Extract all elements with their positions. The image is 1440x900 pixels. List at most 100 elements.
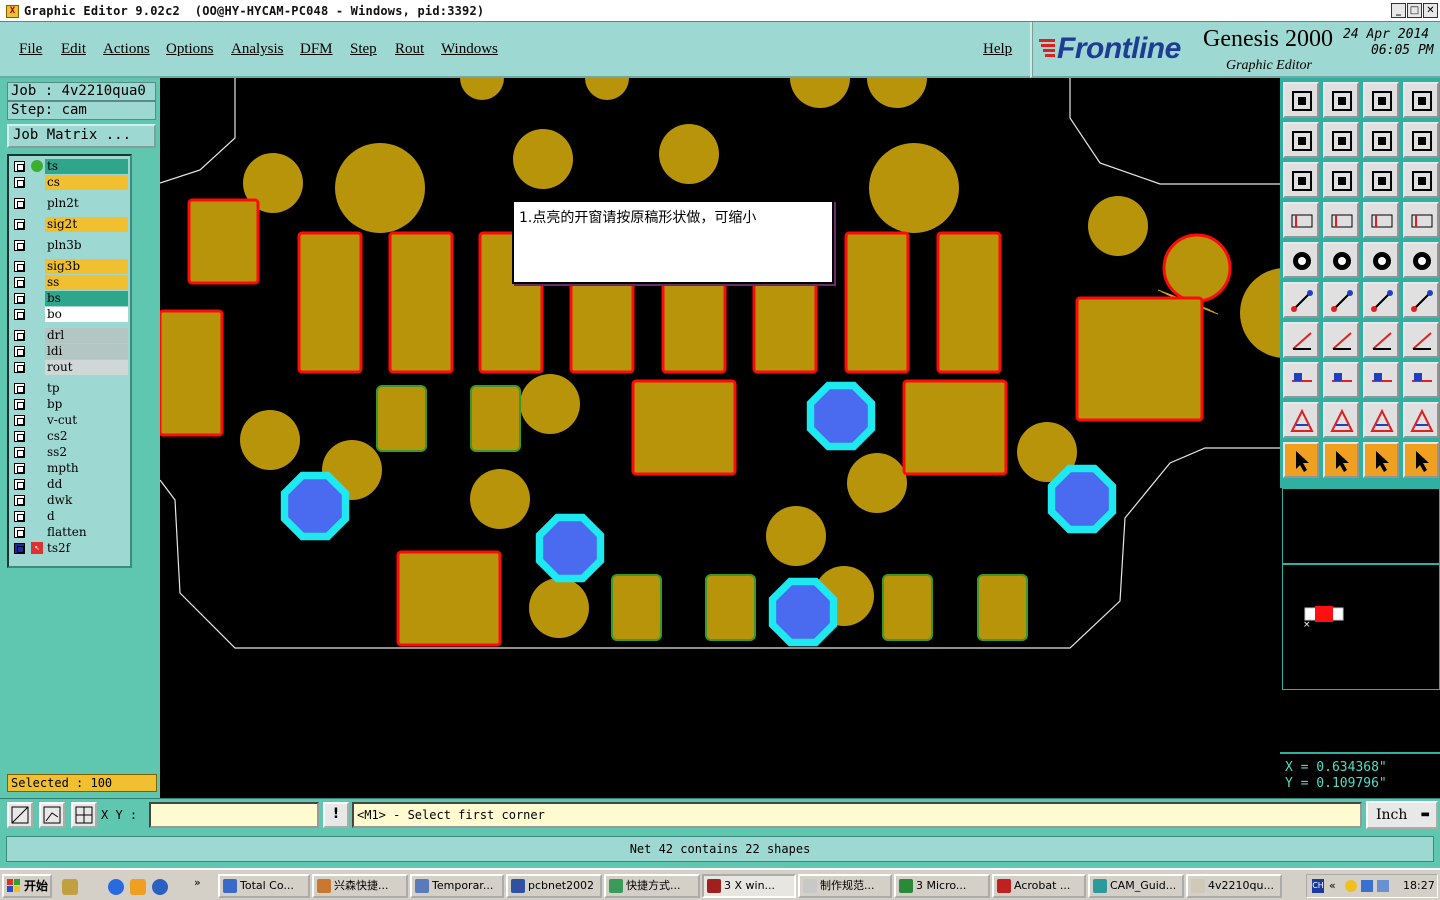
layer-checkbox[interactable] <box>14 198 25 209</box>
layer-row-cs2[interactable]: cs2 <box>9 429 130 444</box>
menu-rout[interactable]: Rout <box>395 41 424 58</box>
taskbar-item[interactable]: Total Co... <box>218 874 310 898</box>
tool-button-dimension[interactable] <box>1363 362 1399 398</box>
layer-row-pln3b[interactable]: pln3b <box>9 238 130 253</box>
tool-button-triangle-2[interactable] <box>1323 402 1359 438</box>
layer-name[interactable]: pln2t <box>45 196 128 211</box>
tool-button-zoom-out[interactable] <box>1363 82 1399 118</box>
via-pad[interactable] <box>288 479 342 533</box>
menu-windows[interactable]: Windows <box>441 41 498 58</box>
layer-name[interactable]: sig3b <box>45 259 128 274</box>
tool-button-help[interactable] <box>1403 162 1439 198</box>
round-pad[interactable] <box>240 410 300 470</box>
round-pad[interactable] <box>460 78 504 100</box>
tool-button-pad[interactable] <box>1283 362 1319 398</box>
layer-row-sig3b[interactable]: sig3b <box>9 259 130 274</box>
tool-button-center[interactable] <box>1323 162 1359 198</box>
maximize-button[interactable]: □ <box>1407 3 1422 18</box>
layer-checkbox[interactable] <box>14 177 25 188</box>
layer-name[interactable]: ldi <box>45 344 128 359</box>
layer-row-d[interactable]: d <box>9 509 130 524</box>
tool-button-circle-dot[interactable] <box>1403 242 1439 278</box>
quicklaunch-icon-1[interactable] <box>62 879 78 895</box>
menu-edit[interactable]: Edit <box>61 41 86 58</box>
layer-checkbox[interactable] <box>14 399 25 410</box>
via-pad[interactable] <box>776 585 830 639</box>
layer-name[interactable]: flatten <box>45 525 128 540</box>
layer-name[interactable]: bp <box>45 397 128 412</box>
layer-checkbox[interactable] <box>14 346 25 357</box>
unit-selector[interactable]: Inch ▬ <box>1366 801 1438 829</box>
layer-checkbox[interactable] <box>14 527 25 538</box>
layer-row-flatten[interactable]: flatten <box>9 525 130 540</box>
tool-button-mirror[interactable] <box>1403 122 1439 158</box>
layer-checkbox[interactable] <box>14 293 25 304</box>
round-pad[interactable] <box>1240 268 1280 358</box>
smd-pad-green-outline[interactable] <box>705 574 756 641</box>
layer-checkbox[interactable] <box>14 479 25 490</box>
layer-name[interactable]: v-cut <box>45 413 128 428</box>
tool-button-select-arrow-4[interactable] <box>1403 442 1439 478</box>
menu-dfm[interactable]: DFM <box>300 41 333 58</box>
tool-button-slash[interactable] <box>1323 322 1359 358</box>
smd-pad-red-outline[interactable] <box>160 309 224 437</box>
tool-button-zoom-home[interactable] <box>1283 82 1319 118</box>
taskbar-item[interactable]: 制作规范... <box>798 874 892 898</box>
close-button[interactable]: ✕ <box>1423 3 1438 18</box>
tool-button-net[interactable] <box>1283 282 1319 318</box>
taskbar-item[interactable]: 3 X win... <box>702 874 796 898</box>
minimize-button[interactable]: _ <box>1391 3 1406 18</box>
layer-checkbox[interactable] <box>14 383 25 394</box>
layer-name[interactable]: ss <box>45 275 128 290</box>
layer-row-v-cut[interactable]: v-cut <box>9 413 130 428</box>
layer-checkbox[interactable] <box>14 240 25 251</box>
layer-checkbox[interactable] <box>14 415 25 426</box>
layer-row-ts2f[interactable]: ↖ ts2f <box>9 541 130 556</box>
tool-button-select-arrow-2[interactable] <box>1323 442 1359 478</box>
layer-name[interactable]: ts2f <box>45 541 128 556</box>
tool-button-line-add-2[interactable] <box>1403 282 1439 318</box>
smd-pad-green-outline[interactable] <box>977 574 1028 641</box>
affected-layer-icon[interactable] <box>31 160 43 172</box>
layer-checkbox[interactable] <box>14 330 25 341</box>
tool-button-settings[interactable] <box>1283 202 1319 238</box>
smd-pad-red-outline[interactable] <box>187 198 260 285</box>
layer-name[interactable]: bo <box>45 307 128 322</box>
layer-name[interactable]: ss2 <box>45 445 128 460</box>
tool-button-window[interactable] <box>1403 82 1439 118</box>
layer-name[interactable]: d <box>45 509 128 524</box>
ime-indicator[interactable]: CH <box>1312 879 1324 893</box>
round-pad[interactable] <box>847 453 907 513</box>
grid-button[interactable] <box>71 802 97 828</box>
layer-name[interactable]: cs <box>45 175 128 190</box>
via-pad[interactable] <box>543 521 597 575</box>
tool-button-ratio[interactable] <box>1363 162 1399 198</box>
tool-button-select-arrow[interactable] <box>1283 442 1319 478</box>
taskbar-item[interactable]: 4v2210qu... <box>1186 874 1282 898</box>
snap-mode-button[interactable] <box>7 802 33 828</box>
layer-checkbox[interactable] <box>14 495 25 506</box>
layer-row-ss2[interactable]: ss2 <box>9 445 130 460</box>
tray-expand-icon[interactable]: « <box>1329 875 1336 897</box>
round-pad[interactable] <box>766 506 826 566</box>
layer-name[interactable]: rout <box>45 360 128 375</box>
tool-button-align[interactable] <box>1403 322 1439 358</box>
round-pad[interactable] <box>529 578 589 638</box>
tool-button-polygon[interactable] <box>1323 242 1359 278</box>
menu-actions[interactable]: Actions <box>103 41 150 58</box>
tool-button-shapes[interactable] <box>1403 362 1439 398</box>
round-pad[interactable] <box>335 143 425 233</box>
layer-checkbox[interactable] <box>14 543 25 554</box>
menu-options[interactable]: Options <box>166 41 214 58</box>
taskbar-item[interactable]: 快捷方式... <box>604 874 700 898</box>
layer-name[interactable]: dd <box>45 477 128 492</box>
execute-button[interactable]: ! <box>323 802 349 828</box>
chevron-right-icon[interactable]: » <box>194 876 201 889</box>
round-pad[interactable] <box>585 78 629 100</box>
via-pad[interactable] <box>1055 472 1109 526</box>
quicklaunch-icon-3[interactable] <box>152 879 168 895</box>
smd-pad-red-outline[interactable] <box>388 231 454 374</box>
annotation-note[interactable]: 1.点亮的开窗请按原稿形状做，可缩小 <box>512 200 834 284</box>
smd-pad-red-outline[interactable] <box>631 379 737 476</box>
layer-name[interactable]: mpth <box>45 461 128 476</box>
